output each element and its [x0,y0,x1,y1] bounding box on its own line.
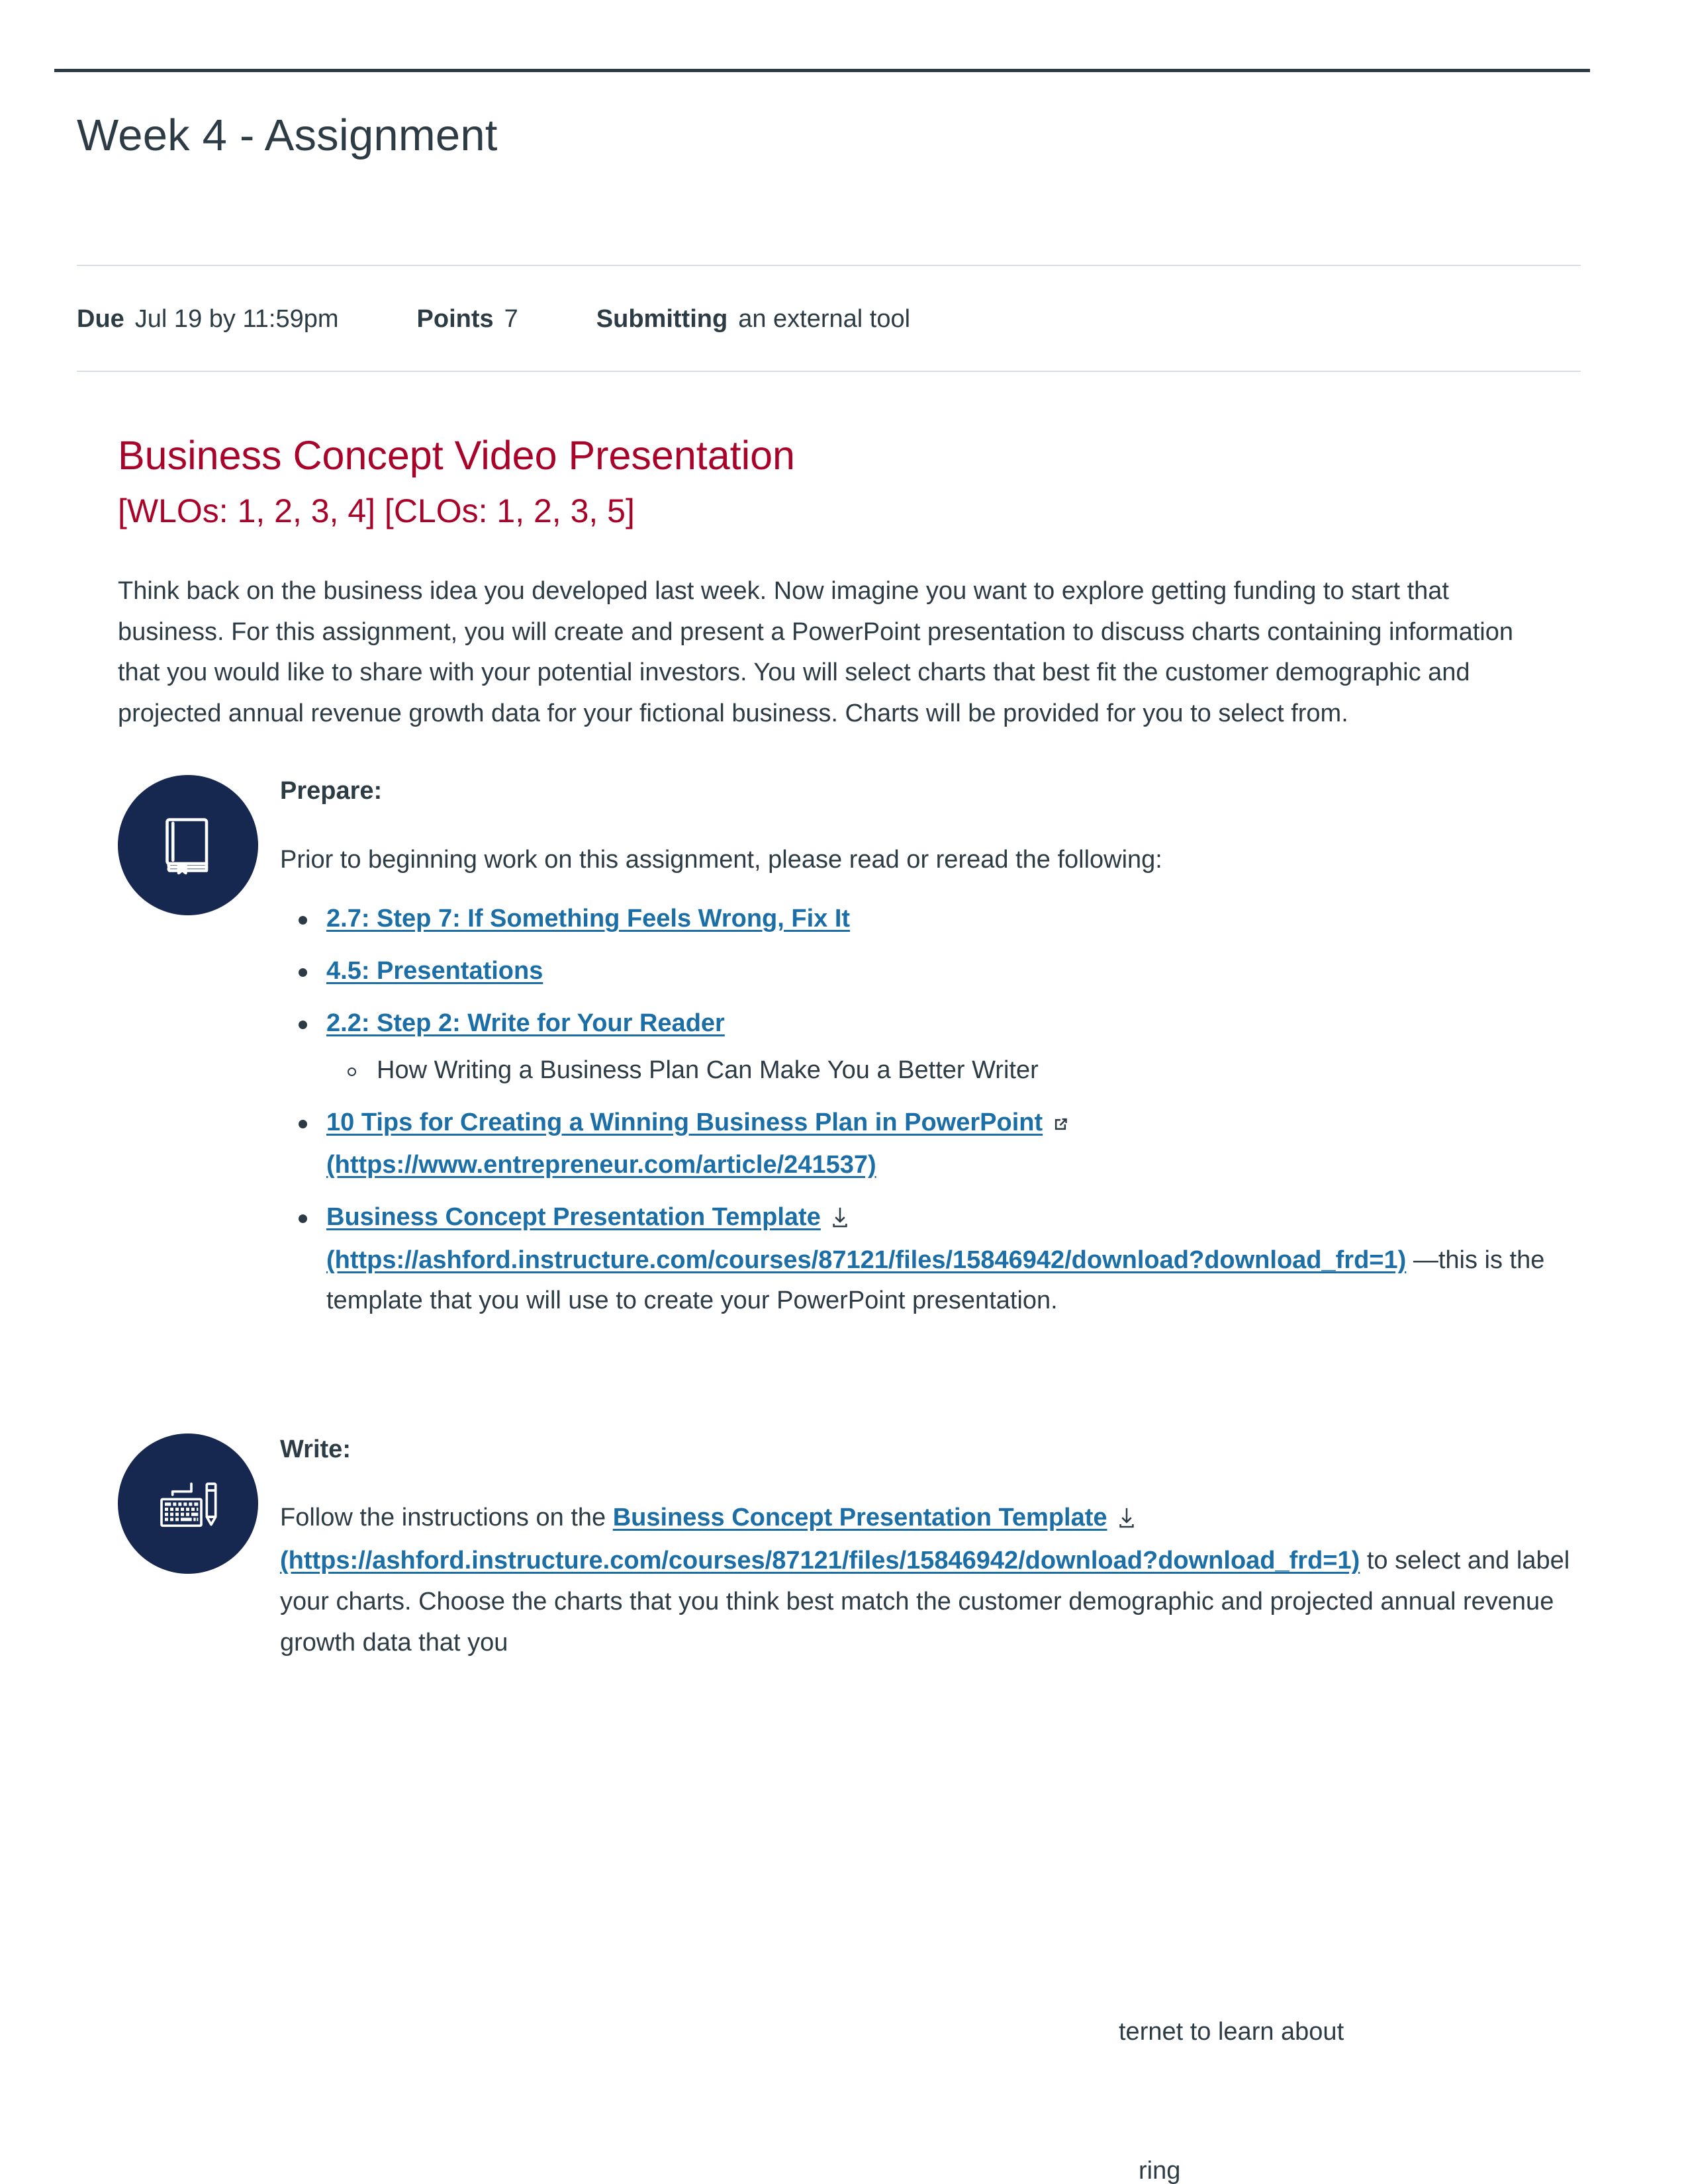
template-url[interactable]: (https://ashford.instructure.com/courses… [326,1246,1406,1274]
prepare-paragraph: Prior to beginning work on this assignme… [280,845,1162,874]
write-lead-text: Follow the instructions on the [280,1503,613,1531]
points-label: Points [416,305,494,333]
prepare-heading: Prepare: [280,777,383,805]
list-item: 10 Tips for Creating a Winning Business … [299,1103,1574,1186]
meta-divider-bottom [77,371,1581,372]
assignment-body: Business Concept Video Presentation [WLO… [118,430,1574,1682]
list-item: 4.5: Presentations [299,951,1574,991]
reading-link-10-tips[interactable]: 10 Tips for Creating a Winning Business … [326,1109,1043,1136]
reading-link-4-5[interactable]: 4.5: Presentations [326,957,543,985]
write-heading: Write: [280,1435,351,1463]
write-instructions: Follow the instructions on the Business … [280,1498,1574,1663]
assignment-meta: Due Jul 19 by 11:59pm Points 7 Submittin… [77,304,910,335]
download-icon [830,1200,850,1240]
header-divider [54,69,1590,72]
write-section: Write: Follow the instructions on the Bu… [118,1433,1574,1664]
intro-paragraph: Think back on the business idea you deve… [118,577,1513,727]
submitting-value: an external tool [738,305,911,333]
clipped-fragment-line-2: ring [1139,2157,1181,2184]
points-group: Points 7 [417,304,518,335]
page-title: Week 4 - Assignment [77,110,498,160]
list-item: 2.2: Step 2: Write for Your Reader How W… [299,1003,1574,1091]
external-link-icon [1052,1105,1069,1146]
assignment-heading: Business Concept Video Presentation [118,433,795,478]
clipped-fragment-line-2-clip: ring [1139,2156,1337,2184]
clipped-fragment-line-1: ternet to learn about [1119,2018,1344,2046]
points-value: 7 [504,305,518,333]
template-link[interactable]: Business Concept Presentation Template [326,1203,821,1231]
submitting-label: Submitting [596,305,728,333]
prepare-section: Prepare: Prior to beginning work on this… [118,775,1574,1320]
reading-sublist: How Writing a Business Plan Can Make You… [326,1050,1574,1091]
meta-divider-top [77,265,1581,266]
book-icon [118,775,258,916]
due-label: Due [77,305,124,333]
reading-link-2-2[interactable]: 2.2: Step 2: Write for Your Reader [326,1009,725,1037]
learning-outcomes-subheading: [WLOs: 1, 2, 3, 4] [CLOs: 1, 2, 3, 5] [118,492,635,530]
due-value: Jul 19 by 11:59pm [134,305,339,333]
list-item: 2.7: Step 7: If Something Feels Wrong, F… [299,899,1574,939]
prepare-readings-list: 2.7: Step 7: If Something Feels Wrong, F… [280,899,1574,1320]
list-item: How Writing a Business Plan Can Make You… [348,1050,1574,1091]
write-template-url[interactable]: (https://ashford.instructure.com/courses… [280,1547,1360,1574]
download-icon [1117,1500,1137,1541]
write-template-link[interactable]: Business Concept Presentation Template [613,1504,1107,1531]
reading-url-10-tips[interactable]: (https://www.entrepreneur.com/article/24… [326,1151,876,1179]
keyboard-pencil-icon [118,1433,258,1574]
list-item: Business Concept Presentation Template (… [299,1197,1574,1320]
submitting-group: Submitting an external tool [596,304,910,335]
reading-link-2-7[interactable]: 2.7: Step 7: If Something Feels Wrong, F… [326,905,850,933]
due-group: Due Jul 19 by 11:59pm [77,304,339,335]
assignment-page: Week 4 - Assignment Due Jul 19 by 11:59p… [0,0,1688,2184]
